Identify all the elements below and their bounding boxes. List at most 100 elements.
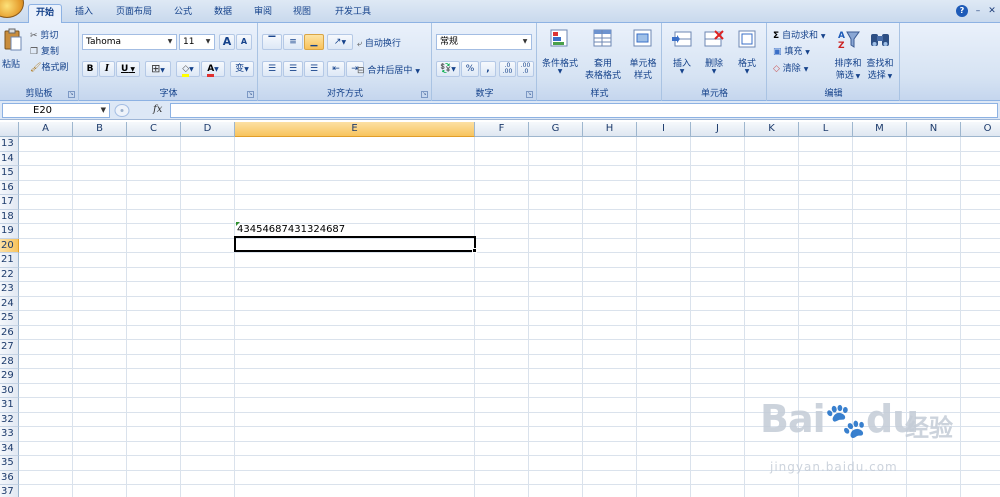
column-header-e[interactable]: E [235, 122, 475, 137]
shrink-font-button[interactable]: A [236, 34, 252, 50]
row-header-31[interactable]: 31 [0, 398, 19, 413]
decrease-indent-button[interactable]: ⇤ [327, 61, 345, 77]
font-name-select[interactable]: Tahoma ▼ [82, 34, 177, 50]
insert-cells-button[interactable]: 插入 ▼ [667, 28, 697, 80]
column-header-a[interactable]: A [19, 122, 73, 137]
cut-button[interactable]: ✂ 剪切 [30, 28, 58, 41]
tab-insert[interactable]: 插入 [67, 4, 101, 23]
delete-cells-button[interactable]: 删除 ▼ [699, 28, 729, 80]
row-header-22[interactable]: 22 [0, 267, 19, 282]
cell-styles-button[interactable]: 单元格 样式 [624, 28, 662, 81]
row-header-23[interactable]: 23 [0, 282, 19, 297]
column-header-g[interactable]: G [529, 122, 583, 137]
row-header-18[interactable]: 18 [0, 209, 19, 224]
insert-function-button[interactable]: fx [153, 104, 162, 115]
merge-center-button[interactable]: ⊟ 合并后居中 ▼ [357, 63, 420, 76]
select-all-button[interactable] [0, 122, 19, 137]
column-header-k[interactable]: K [745, 122, 799, 137]
worksheet-grid[interactable]: ABCDEFGHIJKLMNO 13 14 15 16 17 18 19 20 21 22 23 24… [0, 122, 1000, 497]
tab-page-layout[interactable]: 页面布局 [108, 4, 160, 23]
wrap-text-button[interactable]: ⤶ 自动换行 [357, 36, 401, 49]
underline-button[interactable]: U ▼ [116, 61, 140, 77]
italic-button[interactable]: I [99, 61, 115, 77]
bold-button[interactable]: B [82, 61, 98, 77]
currency-button[interactable]: 💱▼ [436, 61, 460, 77]
column-header-d[interactable]: D [181, 122, 235, 137]
column-header-j[interactable]: J [691, 122, 745, 137]
column-header-m[interactable]: M [853, 122, 907, 137]
percent-button[interactable]: % [461, 61, 479, 77]
format-painter-button[interactable]: 🖌格式刷 [30, 60, 68, 73]
name-box[interactable]: E20 ▼ [2, 103, 110, 118]
font-color-button[interactable]: A▼ [201, 61, 225, 77]
copy-button[interactable]: ❐ 复制 [30, 44, 59, 57]
row-header-15[interactable]: 15 [0, 166, 19, 181]
paste-button[interactable]: 粘贴 [2, 27, 24, 75]
tab-review[interactable]: 审阅 [246, 4, 280, 23]
close-workbook-icon[interactable]: ✕ [986, 5, 998, 17]
column-header-b[interactable]: B [73, 122, 127, 137]
cell-e19[interactable]: 43454687431324687 [237, 224, 345, 235]
borders-button[interactable]: ⊞▼ [145, 61, 171, 77]
increase-decimal-button[interactable]: .0 .00 [499, 61, 516, 77]
row-header-16[interactable]: 16 [0, 180, 19, 195]
column-header-o[interactable]: O [961, 122, 1000, 137]
phonetic-button[interactable]: 变▼ [230, 61, 254, 77]
column-header-n[interactable]: N [907, 122, 961, 137]
row-header-30[interactable]: 30 [0, 383, 19, 398]
column-header-f[interactable]: F [475, 122, 529, 137]
row-header-24[interactable]: 24 [0, 296, 19, 311]
row-header-34[interactable]: 34 [0, 441, 19, 456]
font-launcher-icon[interactable]: ↘ [247, 91, 254, 98]
column-header-l[interactable]: L [799, 122, 853, 137]
align-center-button[interactable]: ☰ [283, 61, 303, 77]
column-header-i[interactable]: I [637, 122, 691, 137]
row-header-17[interactable]: 17 [0, 195, 19, 210]
row-header-37[interactable]: 37 [0, 485, 19, 497]
comma-button[interactable]: , [480, 61, 496, 77]
format-cells-button[interactable]: 格式 ▼ [731, 28, 763, 80]
sort-filter-button[interactable]: AZ 排序和 筛选 ▼ [832, 28, 864, 81]
font-size-select[interactable]: 11 ▼ [179, 34, 215, 50]
format-as-table-button[interactable]: 套用 表格格式 [582, 28, 624, 81]
formula-input[interactable] [170, 103, 998, 118]
help-icon[interactable]: ? [956, 5, 968, 17]
row-header-14[interactable]: 14 [0, 151, 19, 166]
row-header-28[interactable]: 28 [0, 354, 19, 369]
number-format-select[interactable]: 常规 ▼ [436, 34, 532, 50]
fill-button[interactable]: ▣ 填充 ▼ [773, 44, 810, 57]
row-header-25[interactable]: 25 [0, 311, 19, 326]
column-header-h[interactable]: H [583, 122, 637, 137]
number-launcher-icon[interactable]: ↘ [526, 91, 533, 98]
alignment-launcher-icon[interactable]: ↘ [421, 91, 428, 98]
row-header-19[interactable]: 19 [0, 224, 19, 239]
clipboard-launcher-icon[interactable]: ↘ [68, 91, 75, 98]
align-middle-button[interactable]: ≡ [283, 34, 303, 50]
align-right-button[interactable]: ☰ [304, 61, 324, 77]
row-header-26[interactable]: 26 [0, 325, 19, 340]
row-header-27[interactable]: 27 [0, 340, 19, 355]
tab-data[interactable]: 数据 [206, 4, 240, 23]
conditional-format-button[interactable]: 条件格式 ▼ [540, 28, 580, 80]
row-header-36[interactable]: 36 [0, 470, 19, 485]
row-header-32[interactable]: 32 [0, 412, 19, 427]
tab-home[interactable]: 开始 [28, 4, 62, 24]
align-top-button[interactable]: ▔ [262, 34, 282, 50]
autosum-button[interactable]: Σ 自动求和 ▼ [773, 28, 826, 41]
row-header-13[interactable]: 13 [0, 137, 19, 152]
row-header-33[interactable]: 33 [0, 427, 19, 442]
row-header-35[interactable]: 35 [0, 456, 19, 471]
align-bottom-button[interactable]: ▁ [304, 34, 324, 50]
office-button-icon[interactable] [0, 0, 24, 18]
minimize-ribbon-icon[interactable]: – [972, 5, 984, 17]
tab-formulas[interactable]: 公式 [166, 4, 200, 23]
row-header-20[interactable]: 20 [0, 238, 19, 253]
fill-handle[interactable] [472, 248, 477, 253]
grow-font-button[interactable]: A [219, 34, 235, 50]
column-header-c[interactable]: C [127, 122, 181, 137]
active-cell-e20[interactable] [234, 236, 476, 252]
row-header-21[interactable]: 21 [0, 253, 19, 268]
decrease-decimal-button[interactable]: .00 .0 [517, 61, 534, 77]
tab-view[interactable]: 视图 [285, 4, 319, 23]
row-header-29[interactable]: 29 [0, 369, 19, 384]
